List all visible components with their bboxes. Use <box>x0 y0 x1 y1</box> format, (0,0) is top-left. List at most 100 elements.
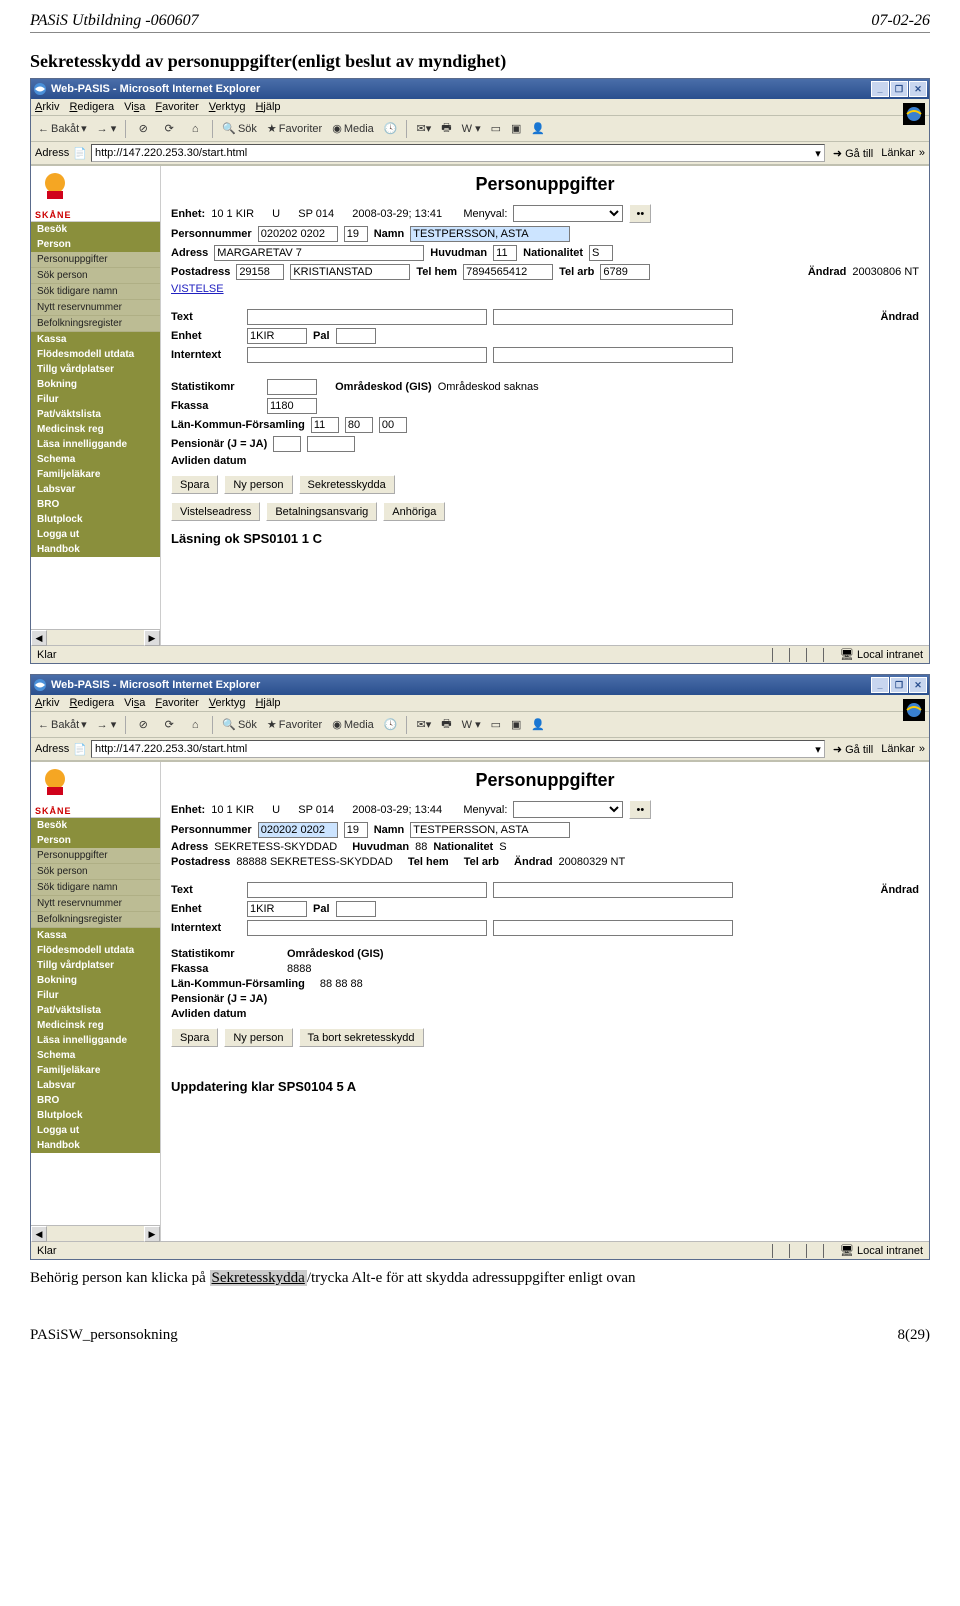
telarb-input[interactable] <box>600 264 650 280</box>
messenger-button[interactable]: 👤 <box>528 121 548 136</box>
nav-head-schema[interactable]: Schema <box>31 1048 160 1063</box>
close-button[interactable]: ✕ <box>909 677 927 693</box>
enhet2-input[interactable] <box>247 328 307 344</box>
namn-input[interactable] <box>410 822 570 838</box>
text-input-1[interactable] <box>247 882 487 898</box>
refresh-button[interactable]: ⟳ <box>158 120 180 138</box>
adress-input[interactable] <box>214 245 424 261</box>
nav-head-bokning[interactable]: Bokning <box>31 377 160 392</box>
nav-head-medicinsk[interactable]: Medicinsk reg <box>31 1018 160 1033</box>
ny-person-button[interactable]: Ny person <box>224 1028 292 1047</box>
text-input-2[interactable] <box>493 309 733 325</box>
stop-button[interactable]: ⊘ <box>132 716 154 734</box>
nav-head-besok[interactable]: Besök <box>31 818 160 833</box>
forward-button[interactable]: → ▾ <box>94 121 120 136</box>
menyval-select[interactable] <box>513 205 623 222</box>
sidebar-hscroll[interactable]: ◀▶ <box>31 1225 160 1241</box>
menu-redigera[interactable]: Redigera <box>69 101 114 113</box>
refresh-button[interactable]: ⟳ <box>158 716 180 734</box>
menu-hjalp[interactable]: Hjälp <box>255 101 280 113</box>
telhem-input[interactable] <box>463 264 553 280</box>
nav-head-tillg[interactable]: Tillg vårdplatser <box>31 958 160 973</box>
vistelse-link[interactable]: VISTELSE <box>171 283 224 295</box>
nav-item-befolkningsregister[interactable]: Befolkningsregister <box>31 912 160 928</box>
pn-input[interactable] <box>258 822 338 838</box>
nav-head-lasa[interactable]: Läsa innelliggande <box>31 1033 160 1048</box>
nav-head-kassa[interactable]: Kassa <box>31 332 160 347</box>
forward-button[interactable]: → ▾ <box>94 717 120 732</box>
back-button[interactable]: ← Bakåt ▾ <box>35 121 90 136</box>
address-input[interactable]: http://147.220.253.30/start.html▾ <box>91 144 825 162</box>
anhoriga-button[interactable]: Anhöriga <box>383 502 445 521</box>
nav-head-bro[interactable]: BRO <box>31 497 160 512</box>
nav-head-loggaut[interactable]: Logga ut <box>31 1123 160 1138</box>
postort-input[interactable] <box>290 264 410 280</box>
nav-head-labsvar[interactable]: Labsvar <box>31 1078 160 1093</box>
menu-hjalp[interactable]: Hjälp <box>255 697 280 709</box>
discuss-button[interactable]: ▣ <box>508 717 524 732</box>
nav-head-bokning[interactable]: Bokning <box>31 973 160 988</box>
nav-head-schema[interactable]: Schema <box>31 452 160 467</box>
spara-button[interactable]: Spara <box>171 1028 218 1047</box>
huvudman-input[interactable] <box>493 245 517 261</box>
lan-input[interactable] <box>311 417 339 433</box>
menyval-select[interactable] <box>513 801 623 818</box>
nationalitet-input[interactable] <box>589 245 613 261</box>
nav-head-filur[interactable]: Filur <box>31 988 160 1003</box>
nav-item-nytt-reservnummer[interactable]: Nytt reservnummer <box>31 896 160 912</box>
nav-item-sok-tidigare-namn[interactable]: Sök tidigare namn <box>31 880 160 896</box>
favorites-button[interactable]: ★Favoriter <box>264 717 325 732</box>
nav-head-besok[interactable]: Besök <box>31 222 160 237</box>
nav-item-befolkningsregister[interactable]: Befolkningsregister <box>31 316 160 332</box>
nav-head-kassa[interactable]: Kassa <box>31 928 160 943</box>
kommun-input[interactable] <box>345 417 373 433</box>
nav-head-filur[interactable]: Filur <box>31 392 160 407</box>
menyval-go-button[interactable]: •• <box>629 204 651 223</box>
nav-head-familjelakare[interactable]: Familjeläkare <box>31 1063 160 1078</box>
enhet2-input[interactable] <box>247 901 307 917</box>
tabort-sekretesskydd-button[interactable]: Ta bort sekretesskydd <box>299 1028 424 1047</box>
spara-button[interactable]: Spara <box>171 475 218 494</box>
nav-item-personuppgifter[interactable]: Personuppgifter <box>31 252 160 268</box>
home-button[interactable]: ⌂ <box>184 120 206 138</box>
nav-head-tillg[interactable]: Tillg vårdplatser <box>31 362 160 377</box>
address-input[interactable]: http://147.220.253.30/start.html▾ <box>91 740 825 758</box>
interntext-input-2[interactable] <box>493 920 733 936</box>
links-label[interactable]: Länkar <box>881 743 915 755</box>
favorites-button[interactable]: ★Favoriter <box>264 121 325 136</box>
nav-item-sok-tidigare-namn[interactable]: Sök tidigare namn <box>31 284 160 300</box>
forsamling-input[interactable] <box>379 417 407 433</box>
go-button[interactable]: ➜ Gå till <box>829 743 877 756</box>
nav-head-medicinsk[interactable]: Medicinsk reg <box>31 422 160 437</box>
nav-head-bro[interactable]: BRO <box>31 1093 160 1108</box>
nav-head-patvaktslista[interactable]: Pat/väktslista <box>31 407 160 422</box>
postnr-input[interactable] <box>236 264 284 280</box>
nav-head-flodes[interactable]: Flödesmodell utdata <box>31 943 160 958</box>
nav-head-blutplock[interactable]: Blutplock <box>31 512 160 527</box>
sekretesskydda-button[interactable]: Sekretesskydda <box>299 475 395 494</box>
statistikomr-input[interactable] <box>267 379 317 395</box>
menu-verktyg[interactable]: Verktyg <box>209 101 246 113</box>
discuss-button[interactable]: ▣ <box>508 121 524 136</box>
nav-head-person[interactable]: Person <box>31 237 160 252</box>
menu-visa[interactable]: Visa <box>124 697 145 709</box>
pensionar-input-2[interactable] <box>307 436 355 452</box>
search-button[interactable]: 🔍Sök <box>219 121 260 136</box>
word-button[interactable]: W ▾ <box>459 717 484 732</box>
search-button[interactable]: 🔍Sök <box>219 717 260 732</box>
nav-item-sok-person[interactable]: Sök person <box>31 268 160 284</box>
history-button[interactable]: 🕓 <box>381 717 401 732</box>
betalningsansvarig-button[interactable]: Betalningsansvarig <box>266 502 377 521</box>
links-label[interactable]: Länkar <box>881 147 915 159</box>
nav-head-blutplock[interactable]: Blutplock <box>31 1108 160 1123</box>
word-button[interactable]: W ▾ <box>459 121 484 136</box>
nav-head-patvaktslista[interactable]: Pat/väktslista <box>31 1003 160 1018</box>
nav-head-person[interactable]: Person <box>31 833 160 848</box>
pn-century-input[interactable] <box>344 226 368 242</box>
nav-item-personuppgifter[interactable]: Personuppgifter <box>31 848 160 864</box>
maximize-button[interactable]: ❐ <box>890 677 908 693</box>
pal-input[interactable] <box>336 901 376 917</box>
text-input-1[interactable] <box>247 309 487 325</box>
mail-button[interactable]: ✉▾ <box>413 121 434 136</box>
print-button[interactable]: 🖶 <box>438 118 454 139</box>
